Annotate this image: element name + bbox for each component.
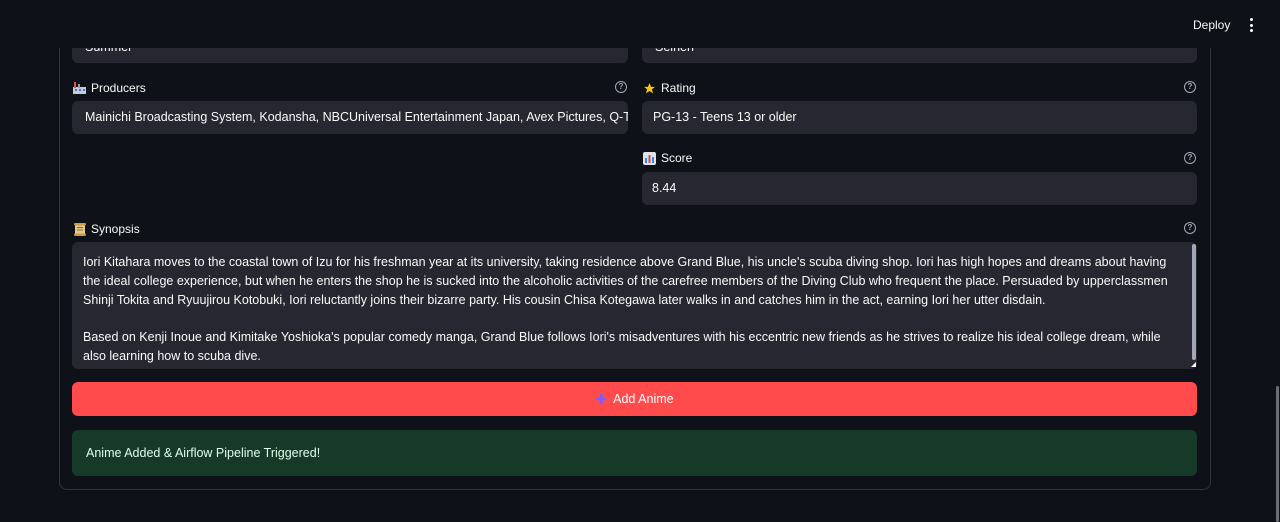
- main-menu-icon[interactable]: [1244, 16, 1258, 34]
- rating-label: Rating: [643, 80, 696, 96]
- synopsis-label: Synopsis: [73, 221, 140, 237]
- add-anime-button[interactable]: ✚ Add Anime: [72, 382, 1197, 416]
- producers-label: Producers: [73, 80, 146, 96]
- score-help-icon[interactable]: ?: [1184, 152, 1196, 164]
- producers-help-icon[interactable]: ?: [615, 81, 627, 93]
- synopsis-help-icon[interactable]: ?: [1184, 222, 1196, 234]
- producers-input[interactable]: Mainichi Broadcasting System, Kodansha, …: [72, 101, 628, 134]
- page-scrollbar[interactable]: [1276, 386, 1279, 522]
- star-icon: [643, 82, 656, 95]
- score-input[interactable]: 8.44: [642, 172, 1197, 205]
- textarea-resize-handle[interactable]: [1191, 362, 1196, 367]
- synopsis-textarea[interactable]: Iori Kitahara moves to the coastal town …: [72, 242, 1197, 369]
- scroll-icon: [73, 222, 86, 236]
- app-header: Deploy: [0, 0, 1280, 48]
- score-label: Score: [643, 150, 692, 166]
- plus-icon: ✚: [595, 391, 608, 407]
- rating-help-icon[interactable]: ?: [1184, 81, 1196, 93]
- success-alert: Anime Added & Airflow Pipeline Triggered…: [72, 430, 1197, 476]
- deploy-button[interactable]: Deploy: [1193, 18, 1230, 32]
- textarea-scrollbar[interactable]: [1192, 244, 1196, 360]
- synopsis-paragraph: Based on Kenji Inoue and Kimitake Yoshio…: [83, 330, 1161, 363]
- bar-chart-icon: [643, 151, 656, 165]
- factory-icon: [73, 82, 86, 95]
- synopsis-paragraph: Iori Kitahara moves to the coastal town …: [83, 255, 1168, 307]
- rating-select[interactable]: PG-13 - Teens 13 or older: [642, 101, 1197, 134]
